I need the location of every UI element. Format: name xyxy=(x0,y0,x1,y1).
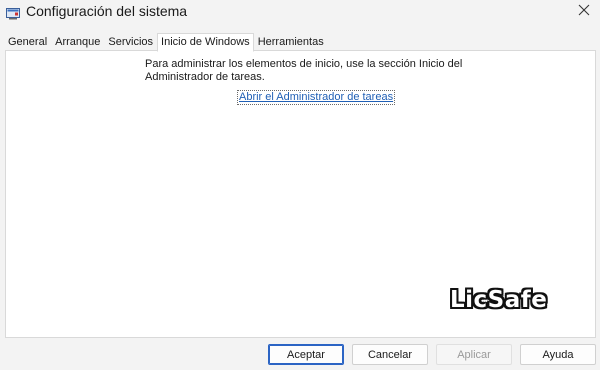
system-configuration-window: Configuración del sistema General Arranq… xyxy=(0,0,600,370)
tab-servicios[interactable]: Servicios xyxy=(104,32,157,51)
apply-button[interactable]: Aplicar xyxy=(436,344,512,365)
open-task-manager-link[interactable]: Abrir el Administrador de tareas xyxy=(236,90,396,105)
tab-strip: General Arranque Servicios Inicio de Win… xyxy=(4,32,328,52)
close-button[interactable] xyxy=(568,0,600,24)
accept-button[interactable]: Aceptar xyxy=(268,344,344,365)
cancel-button[interactable]: Cancelar xyxy=(352,344,428,365)
msconfig-window-icon xyxy=(6,7,20,20)
watermark-logo: LicSafe xyxy=(450,287,548,313)
help-button[interactable]: Ayuda xyxy=(520,344,596,365)
title-bar: Configuración del sistema xyxy=(0,0,600,30)
tab-arranque[interactable]: Arranque xyxy=(51,32,104,51)
tab-herramientas[interactable]: Herramientas xyxy=(254,32,328,51)
startup-description: Para administrar los elementos de inicio… xyxy=(145,58,463,83)
tab-inicio-de-windows[interactable]: Inicio de Windows xyxy=(157,33,254,52)
tab-general[interactable]: General xyxy=(4,32,51,51)
window-title: Configuración del sistema xyxy=(26,3,188,19)
close-icon xyxy=(578,3,590,21)
